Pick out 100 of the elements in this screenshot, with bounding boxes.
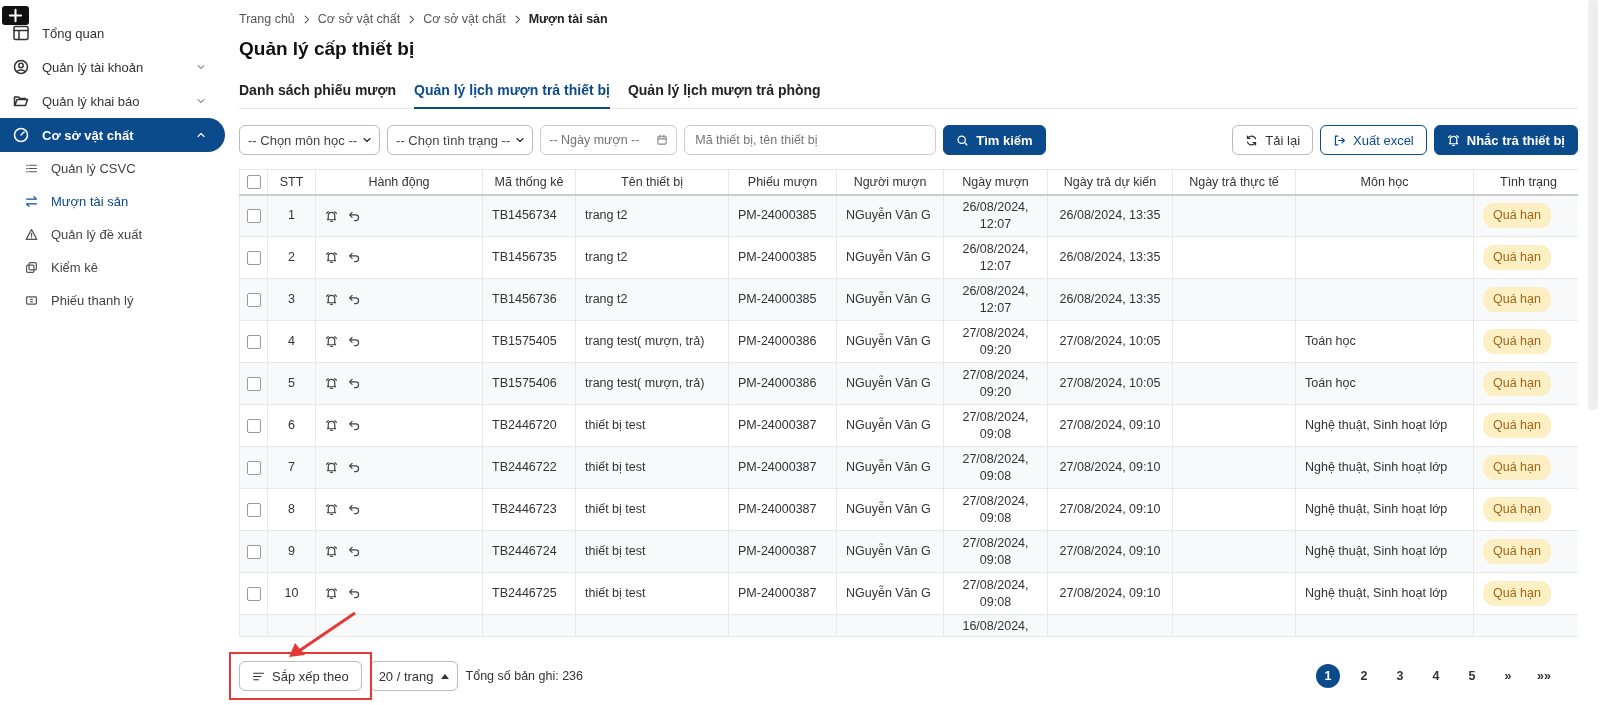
page-button[interactable]: 5 — [1460, 664, 1484, 688]
row-checkbox[interactable] — [246, 250, 261, 265]
row-checkbox[interactable] — [246, 502, 261, 517]
sidebar-item[interactable]: Tổng quan — [0, 16, 225, 50]
sidebar-item[interactable]: Quản lý tài khoản — [0, 50, 225, 84]
table-cell: NGuyễn Văn G — [846, 460, 931, 475]
page-button[interactable]: 4 — [1424, 664, 1448, 688]
row-checkbox[interactable] — [246, 376, 261, 391]
add-button[interactable] — [2, 6, 29, 25]
next-page-button[interactable]: » — [1496, 664, 1520, 688]
page-button[interactable]: 2 — [1352, 664, 1376, 688]
table-cell: 27/08/2024, 09:10 — [1059, 460, 1161, 475]
page-size-dropdown[interactable]: 20 / trang — [369, 661, 458, 691]
table-cell: 27/08/2024, 09:10 — [1059, 502, 1161, 517]
bell-icon[interactable] — [325, 251, 338, 265]
status-badge: Quá hạn — [1483, 371, 1551, 396]
bell-icon[interactable] — [325, 587, 338, 601]
row-checkbox[interactable] — [246, 418, 261, 433]
column-header: Tình trạng — [1473, 169, 1578, 195]
column-header: Mã thống kê — [482, 169, 576, 195]
dropdown[interactable]: -- Chọn môn học -- — [239, 125, 381, 155]
row-checkbox[interactable] — [246, 460, 261, 475]
table-cell: 7 — [267, 446, 316, 489]
table-cell: NGuyễn Văn G — [846, 208, 931, 223]
sidebar-item[interactable]: Quản lý đề xuất — [0, 218, 225, 251]
warning-icon — [25, 228, 38, 241]
search-field[interactable]: Mã thiết bị, tên thiết bị — [684, 125, 937, 155]
table-cell: 1 — [267, 194, 316, 237]
plus-icon — [8, 8, 23, 23]
table-cell: TB2446723 — [492, 502, 557, 517]
undo-icon[interactable] — [348, 209, 361, 223]
bell-icon[interactable] — [325, 377, 338, 391]
reload-button[interactable]: Tải lại — [1232, 125, 1314, 155]
table-cell: TB1456735 — [492, 250, 557, 265]
bell-icon[interactable] — [325, 545, 338, 559]
table-cell: Nghệ thuật, Sinh hoạt lớp — [1305, 544, 1448, 559]
row-checkbox[interactable] — [246, 334, 261, 349]
search-button[interactable]: Tìm kiếm — [943, 125, 1046, 155]
row-checkbox[interactable] — [246, 292, 261, 307]
last-page-button[interactable]: »» — [1532, 664, 1556, 688]
bell-icon[interactable] — [325, 461, 338, 475]
bell-icon[interactable] — [325, 503, 338, 517]
bell-icon[interactable] — [325, 293, 338, 307]
page-button[interactable]: 1 — [1316, 664, 1340, 688]
status-badge: Quá hạn — [1483, 413, 1551, 438]
column-header: Ngày trả dự kiến — [1047, 169, 1173, 195]
row-checkbox[interactable] — [246, 544, 261, 559]
tab[interactable]: Danh sách phiếu mượn — [239, 78, 396, 109]
breadcrumb-link[interactable]: Trang chủ — [239, 12, 295, 26]
swap-icon — [25, 195, 38, 208]
export-button[interactable]: Xuất excel — [1320, 125, 1427, 155]
table-cell: Nghệ thuật, Sinh hoạt lớp — [1305, 418, 1448, 433]
table-cell: PM-24000387 — [738, 586, 817, 601]
sidebar-item[interactable]: Quản lý CSVC — [0, 152, 225, 185]
table-cell: 16/08/2024, — [962, 619, 1029, 633]
undo-icon[interactable] — [348, 335, 361, 349]
undo-icon[interactable] — [348, 503, 361, 517]
table-cell: thiết bị test — [585, 418, 646, 433]
undo-icon[interactable] — [348, 587, 361, 601]
breadcrumb-link[interactable]: Cơ sở vật chất — [317, 12, 401, 26]
dropdown[interactable]: -- Chọn tình trạng -- — [387, 125, 534, 155]
tab[interactable]: Quản lý lịch mượn trả thiết bị — [414, 78, 610, 109]
breadcrumb-link[interactable]: Cơ sở vật chất — [423, 12, 506, 26]
status-badge: Quá hạn — [1483, 245, 1551, 270]
sidebar-item[interactable]: Mượn tài sản — [0, 185, 225, 218]
table-cell: PM-24000387 — [738, 460, 817, 475]
sidebar-item[interactable]: Phiếu thanh lý — [0, 284, 225, 317]
table-cell: 27/08/2024, 09:08 — [962, 577, 1029, 609]
table-cell: 27/08/2024, 10:05 — [1059, 334, 1161, 349]
grid-icon — [13, 25, 29, 41]
sidebar-item[interactable]: Quản lý khai báo — [0, 84, 225, 118]
undo-icon[interactable] — [348, 419, 361, 433]
gauge-icon — [13, 127, 29, 143]
undo-icon[interactable] — [348, 461, 361, 475]
undo-icon[interactable] — [348, 545, 361, 559]
bell-icon[interactable] — [325, 419, 338, 433]
bell-icon[interactable] — [325, 209, 338, 223]
bell-icon[interactable] — [325, 335, 338, 349]
sort-button[interactable]: Sắp xếp theo — [239, 661, 362, 691]
table-cell: trang t2 — [585, 292, 628, 307]
tab[interactable]: Quản lý lịch mượn trả phòng — [627, 78, 821, 109]
table-cell: 26/08/2024, 12:07 — [962, 283, 1029, 315]
undo-icon[interactable] — [348, 293, 361, 307]
date-field[interactable]: -- Ngày mượn -- — [540, 125, 678, 155]
row-checkbox[interactable] — [246, 586, 261, 601]
table-cell: TB1456736 — [492, 292, 557, 307]
undo-icon[interactable] — [348, 251, 361, 265]
table-cell: thiết bị test — [585, 460, 646, 475]
undo-icon[interactable] — [348, 377, 361, 391]
table-cell: 6 — [267, 404, 316, 447]
table-cell: Nghệ thuật, Sinh hoạt lớp — [1305, 586, 1448, 601]
page-button[interactable]: 3 — [1388, 664, 1412, 688]
column-header: Tên thiết bị — [575, 169, 729, 195]
row-checkbox[interactable] — [246, 209, 261, 223]
select-all-checkbox[interactable] — [246, 175, 261, 190]
sidebar-item[interactable]: Cơ sở vật chất — [0, 118, 225, 152]
remind-button[interactable]: Nhắc trả thiết bị — [1433, 125, 1578, 155]
sidebar-item[interactable]: Kiểm kê — [0, 251, 225, 284]
table-cell: 26/08/2024, 13:35 — [1059, 250, 1161, 265]
table-cell: 26/08/2024, 13:35 — [1059, 292, 1161, 307]
